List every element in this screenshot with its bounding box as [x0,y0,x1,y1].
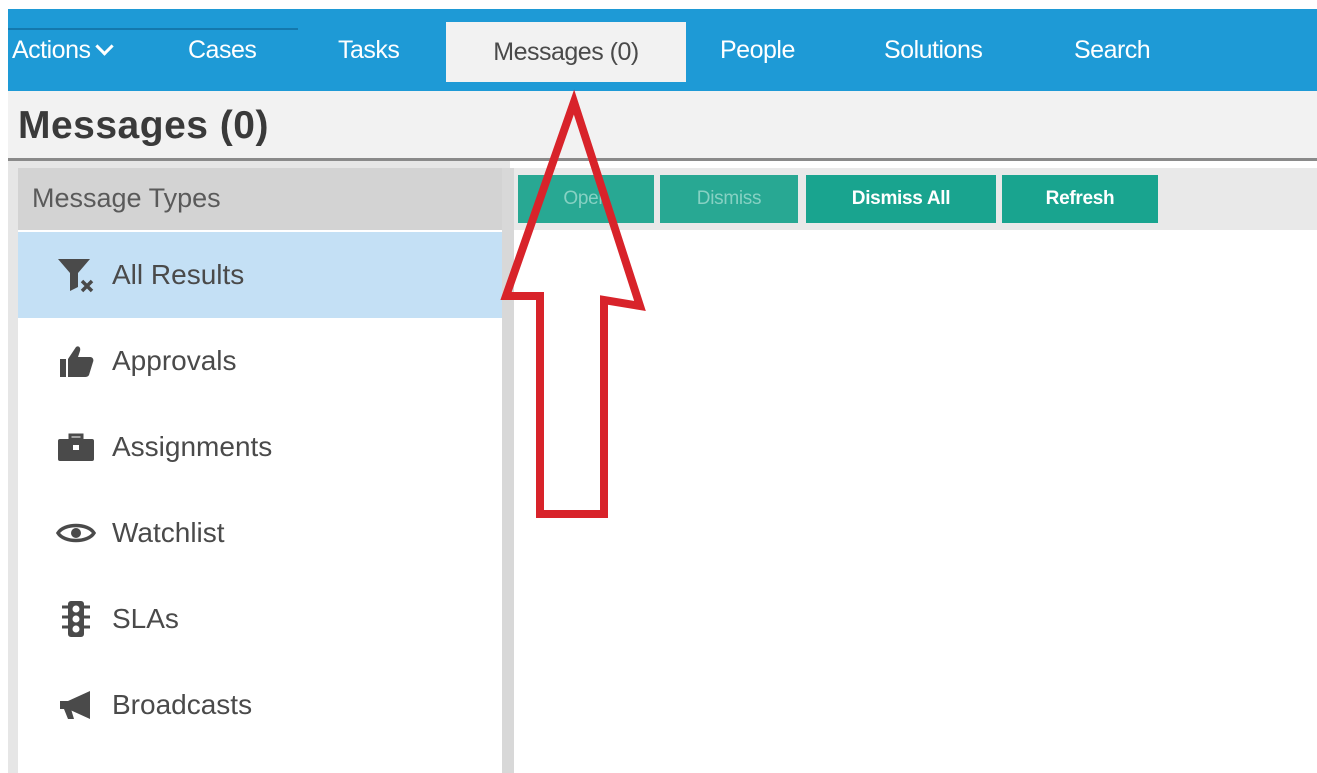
filter-clear-icon [54,253,98,297]
tab-actions-label: Actions [12,36,91,64]
message-list-area [514,230,1317,773]
tab-tasks[interactable]: Tasks [338,18,400,82]
tab-actions[interactable]: Actions [12,18,115,82]
dismiss-all-button[interactable]: Dismiss All [806,175,996,223]
sidebar-item-label: SLAs [112,603,179,634]
traffic-light-icon [54,597,98,641]
thumbs-up-icon [54,339,98,383]
sidebar-item-broadcasts[interactable]: Broadcasts [18,662,502,748]
tab-search[interactable]: Search [1074,18,1151,82]
chevron-down-icon [95,37,115,56]
tab-cases[interactable]: Cases [188,18,257,82]
sidebar-item-label: Approvals [112,345,237,376]
tab-solutions[interactable]: Solutions [884,18,983,82]
page-title: Messages (0) [18,104,269,147]
sidebar-item-label: Assignments [112,431,273,462]
tab-people[interactable]: People [720,18,795,82]
sidebar-header: Message Types [18,168,502,230]
eye-icon [54,511,98,555]
sidebar-item-label: Watchlist [112,517,225,548]
open-button[interactable]: Open [518,175,654,223]
sidebar-divider [502,168,514,773]
tab-messages[interactable]: Messages (0) [446,22,686,82]
refresh-button[interactable]: Refresh [1002,175,1158,223]
sidebar-item-label: Broadcasts [112,689,253,720]
dismiss-button[interactable]: Dismiss [660,175,798,223]
top-strip [0,0,1317,8]
sidebar-item-watchlist[interactable]: Watchlist [18,490,502,576]
sidebar-item-approvals[interactable]: Approvals [18,318,502,404]
sidebar-item-all-results[interactable]: All Results [18,232,502,318]
megaphone-icon [54,683,98,727]
sidebar-item-assignments[interactable]: Assignments [18,404,502,490]
sidebar-item-slas[interactable]: SLAs [18,576,502,662]
sidebar-item-label: All Results [112,259,245,290]
briefcase-icon [54,425,98,469]
